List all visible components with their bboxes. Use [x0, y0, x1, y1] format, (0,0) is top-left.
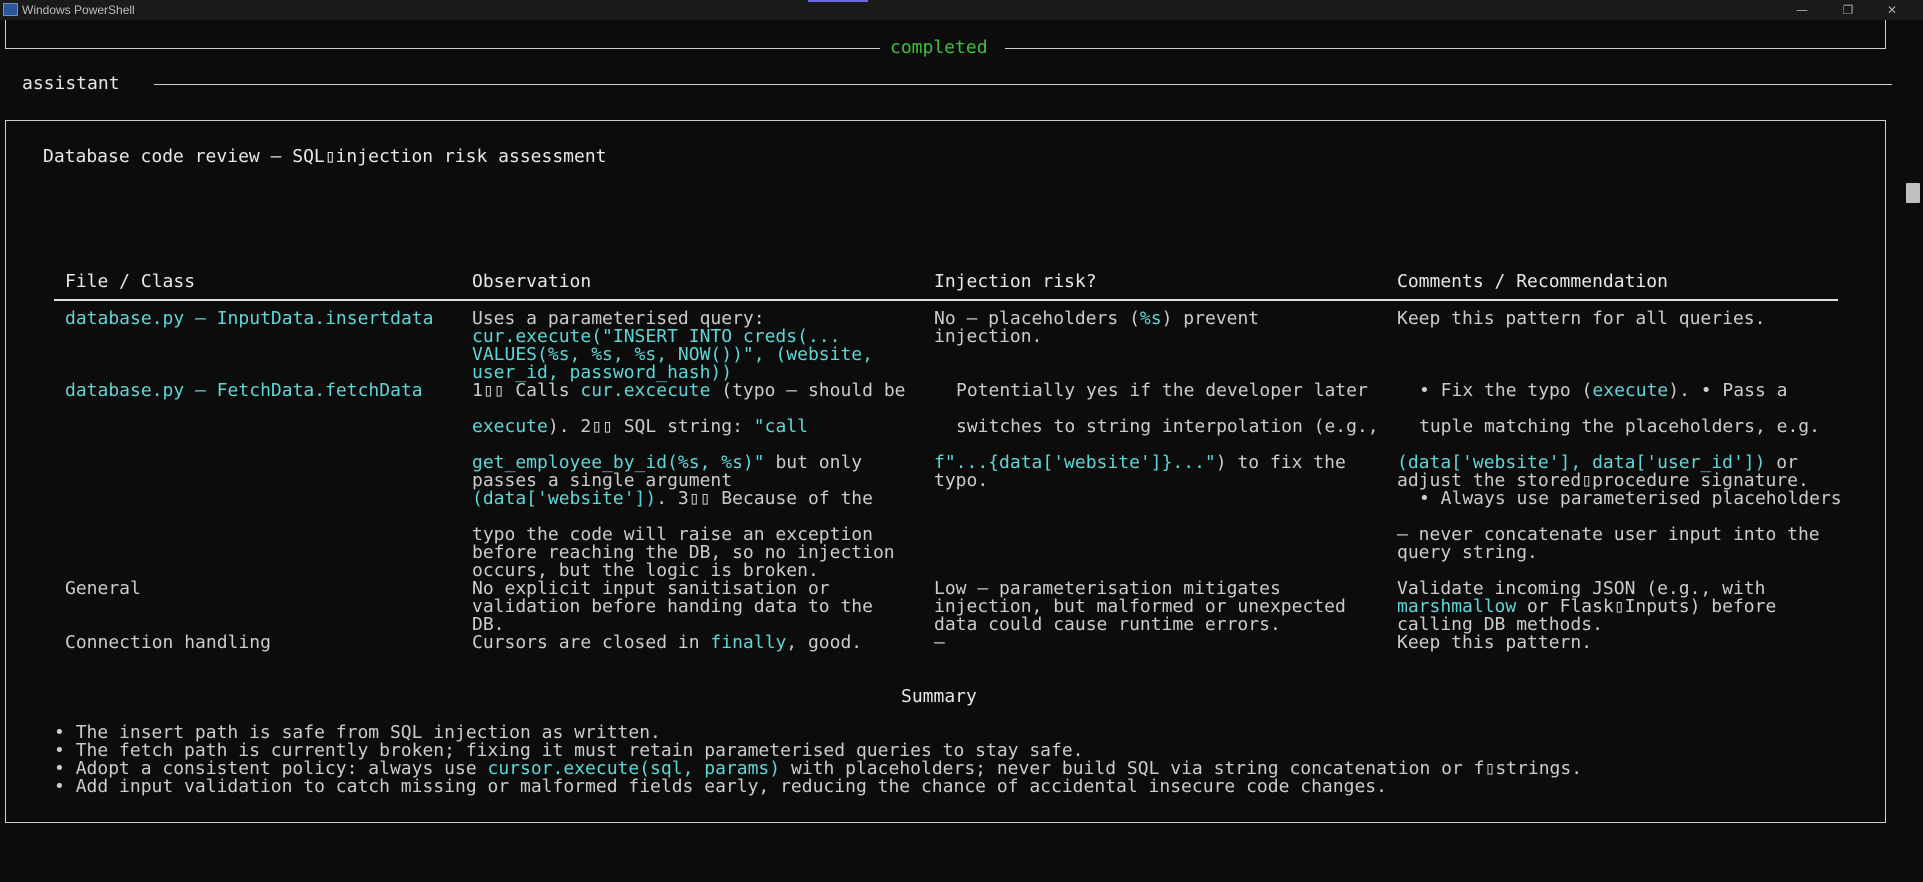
row1-risk-2: injection.	[934, 326, 1043, 347]
row2-comment-7: query string.	[1397, 542, 1538, 563]
row3-file: General	[65, 578, 141, 599]
row2-comment-5: • Always use parameterised placeholders	[1419, 488, 1842, 509]
main-panel-bottom	[5, 822, 1886, 823]
minimize-icon[interactable]: —	[1784, 1, 1820, 19]
row2-risk-3: f"...{data['website']}...") to fix the	[934, 452, 1346, 473]
main-panel-right	[1885, 120, 1886, 823]
row2-observation-5: (data['website']). 3▯▯ Because of the	[472, 488, 873, 509]
row2-file: database.py – FetchData.fetchData	[65, 380, 423, 401]
scrollbar-thumb[interactable]	[1906, 183, 1920, 203]
main-panel-left	[5, 120, 6, 823]
restore-icon[interactable]: ❐	[1830, 1, 1866, 19]
completed-status: completed	[890, 37, 988, 58]
window-titlebar: Windows PowerShell — ❐ ✕	[0, 0, 1923, 20]
row4-comment: Keep this pattern.	[1397, 632, 1593, 653]
row2-observation-2: execute). 2▯▯ SQL string: "call	[472, 416, 808, 437]
row1-file: database.py – InputData.insertdata	[65, 308, 434, 329]
row4-file: Connection handling	[65, 632, 271, 653]
taskbar-indicator	[808, 0, 868, 2]
summary-heading: Summary	[901, 686, 977, 707]
row2-risk-1: Potentially yes if the developer later	[956, 380, 1368, 401]
col-header-file: File / Class	[65, 271, 196, 292]
row4-observation: Cursors are closed in finally, good.	[472, 632, 863, 653]
main-panel-top	[5, 120, 1886, 121]
row2-risk-2: switches to string interpolation (e.g.,	[956, 416, 1379, 437]
top-panel-left-border	[5, 20, 6, 48]
col-header-observation: Observation	[472, 271, 592, 292]
row4-risk: –	[934, 632, 945, 653]
review-title: Database code review – SQL▯injection ris…	[43, 146, 607, 167]
row2-risk-4: typo.	[934, 470, 989, 491]
top-panel-bottom-left	[5, 48, 880, 49]
table-header-rule	[54, 299, 1838, 301]
row3-risk-3: data could cause runtime errors.	[934, 614, 1281, 635]
powershell-icon	[3, 3, 18, 16]
close-icon[interactable]: ✕	[1874, 1, 1910, 19]
top-panel-right-border	[1885, 20, 1886, 48]
top-panel-bottom-right	[1005, 48, 1886, 49]
row2-observation-1: 1▯▯ Calls cur.excecute (typo – should be	[472, 380, 906, 401]
col-header-risk: Injection risk?	[934, 271, 1097, 292]
row2-comment-2: tuple matching the placeholders, e.g.	[1419, 416, 1820, 437]
row3-observation-2: validation before handing data to the	[472, 596, 873, 617]
row1-comment: Keep this pattern for all queries.	[1397, 308, 1766, 329]
row2-comment-1: • Fix the typo (execute). • Pass a	[1419, 380, 1788, 401]
window-title: Windows PowerShell	[22, 3, 135, 17]
col-header-comments: Comments / Recommendation	[1397, 271, 1668, 292]
assistant-label: assistant	[22, 73, 120, 94]
scrollbar[interactable]	[1903, 20, 1923, 882]
list-item: • Add input validation to catch missing …	[54, 776, 1387, 797]
assistant-rule	[154, 84, 1892, 85]
